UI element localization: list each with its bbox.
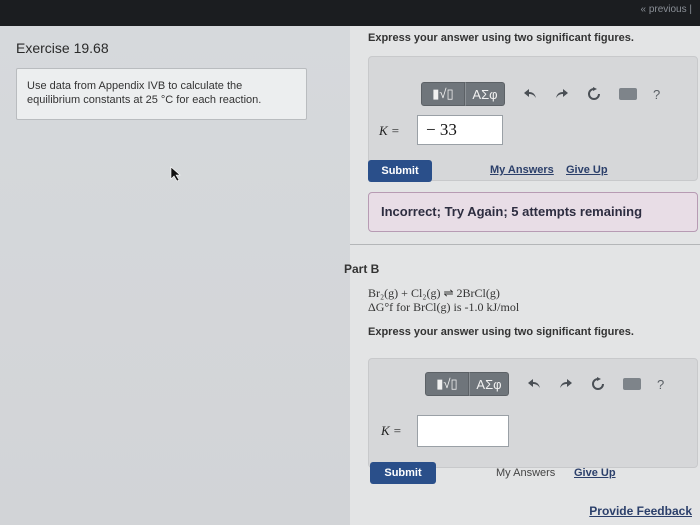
keyboard-icon[interactable] bbox=[623, 378, 641, 390]
part-b-give-up-link[interactable]: Give Up bbox=[574, 467, 616, 479]
part-b-k-label: K = bbox=[381, 423, 402, 438]
part-a-equation-toolbar: ▮√▯ ΑΣφ ? bbox=[421, 81, 660, 107]
part-b-equation-toolbar: ▮√▯ ΑΣφ ? bbox=[425, 371, 664, 397]
left-pane: Exercise 19.68 Use data from Appendix IV… bbox=[0, 26, 350, 525]
instructions-line-1: Use data from Appendix IVB to calculate … bbox=[27, 80, 243, 92]
reset-icon[interactable] bbox=[583, 82, 605, 106]
instructions-box: Use data from Appendix IVB to calculate … bbox=[16, 68, 307, 120]
undo-icon[interactable] bbox=[519, 82, 541, 106]
part-b-label: Part B bbox=[344, 262, 380, 276]
greek-symbols-button[interactable]: ΑΣφ bbox=[469, 372, 509, 396]
part-a-k-label: K = bbox=[379, 123, 400, 138]
template-button[interactable]: ▮√▯ bbox=[421, 82, 465, 106]
previous-link[interactable]: « previous | bbox=[640, 4, 692, 15]
help-icon[interactable]: ? bbox=[653, 87, 660, 102]
part-b-delta-g: ΔG°f for BrCl(g) is -1.0 kJ/mol bbox=[368, 300, 520, 314]
greek-symbols-button[interactable]: ΑΣφ bbox=[465, 82, 505, 106]
part-a-submit-button[interactable]: Submit bbox=[368, 160, 432, 182]
top-bar: « previous | bbox=[0, 0, 700, 26]
redo-icon[interactable] bbox=[551, 82, 573, 106]
redo-icon[interactable] bbox=[555, 372, 577, 396]
undo-icon[interactable] bbox=[523, 372, 545, 396]
part-b-equation: Br₂(g) + Cl₂(g) ⇌ 2BrCl(g) bbox=[368, 286, 500, 300]
mouse-cursor-icon bbox=[170, 166, 181, 182]
section-divider bbox=[350, 244, 700, 245]
help-icon[interactable]: ? bbox=[657, 377, 664, 392]
part-a-give-up-link[interactable]: Give Up bbox=[566, 164, 608, 176]
part-b-answer-box: ▮√▯ ΑΣφ ? K = bbox=[368, 358, 698, 468]
template-button[interactable]: ▮√▯ bbox=[425, 372, 469, 396]
exercise-title: Exercise 19.68 bbox=[16, 40, 109, 56]
part-b-prompt: Express your answer using two significan… bbox=[368, 326, 634, 338]
part-a-k-input[interactable]: − 33 bbox=[417, 115, 503, 145]
part-a-prompt: Express your answer using two significan… bbox=[368, 32, 634, 44]
part-a-my-answers-link[interactable]: My Answers bbox=[490, 164, 554, 176]
part-b-submit-button[interactable]: Submit bbox=[370, 462, 436, 484]
instructions-line-2: equilibrium constants at 25 °C for each … bbox=[27, 94, 262, 106]
provide-feedback-link[interactable]: Provide Feedback bbox=[589, 504, 692, 518]
keyboard-icon[interactable] bbox=[619, 88, 637, 100]
incorrect-feedback-banner: Incorrect; Try Again; 5 attempts remaini… bbox=[368, 192, 698, 232]
part-b-my-answers-link[interactable]: My Answers bbox=[496, 467, 555, 479]
right-pane: Express your answer using two significan… bbox=[344, 26, 700, 525]
part-b-k-input[interactable] bbox=[417, 415, 509, 447]
reset-icon[interactable] bbox=[587, 372, 609, 396]
